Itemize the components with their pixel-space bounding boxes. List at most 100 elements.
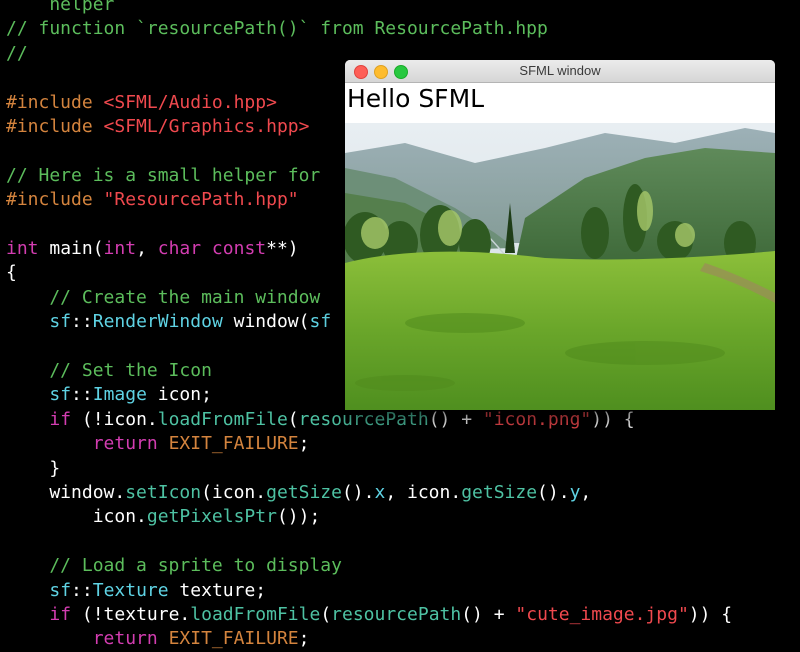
code-line: if (!texture.loadFromFile(resourcePath()… (6, 603, 732, 627)
code-token: "icon.png" (482, 408, 592, 430)
code-token: sf (309, 311, 332, 333)
code-line: // function `resourcePath()` from Resour… (6, 17, 548, 41)
code-token: x (374, 482, 386, 503)
code-token: "ResourcePath.hpp" (103, 189, 299, 211)
code-token: (!texture. (71, 604, 191, 625)
code-token: RenderWindow (92, 311, 223, 333)
code-token: )) { (591, 408, 635, 430)
code-line: return EXIT_FAILURE; (6, 627, 310, 651)
code-token: :: (71, 384, 93, 406)
code-token: Image (92, 384, 147, 406)
code-line: return EXIT_FAILURE; (6, 432, 310, 456)
code-token: resourcePath (331, 604, 462, 625)
code-token: icon; (146, 384, 212, 406)
code-token: , (136, 238, 158, 259)
code-token: Texture (92, 579, 169, 601)
code-token: ( (287, 408, 299, 430)
code-token: // function `resourcePath()` from Resour… (6, 18, 548, 40)
code-token: (!icon. (71, 408, 158, 430)
code-token: #include (6, 116, 104, 137)
sfml-window[interactable]: SFML window Hello SFML (345, 60, 775, 410)
code-token: <SFML/Audio.hpp> (103, 91, 277, 113)
code-line: // Set the Icon (6, 359, 212, 383)
code-token: window( (222, 311, 310, 333)
code-token: ; (298, 628, 310, 650)
code-token: return (92, 628, 158, 650)
code-token: window. (6, 482, 126, 503)
code-token: sf (49, 384, 72, 406)
code-line: if (!icon.loadFromFile(resourcePath() + … (6, 408, 635, 432)
code-token: sf (49, 311, 72, 333)
code-token: #include (6, 189, 104, 211)
code-line: // Here is a small helper for (6, 164, 320, 188)
code-token: resourcePath (298, 408, 429, 430)
code-token: return (92, 433, 158, 455)
hello-text: Hello SFML (347, 84, 485, 113)
code-token: :: (71, 579, 93, 601)
code-token: int (103, 238, 137, 259)
code-line: { (6, 261, 17, 285)
code-line: // Load a sprite to display (6, 554, 342, 578)
code-token: loadFromFile (190, 604, 321, 625)
code-token: if (49, 408, 72, 430)
code-token: sf (49, 579, 72, 601)
code-token: , icon. (385, 482, 462, 503)
code-line: helper (6, 0, 114, 17)
code-token: :: (71, 311, 93, 333)
code-token: (icon. (201, 482, 267, 503)
code-line: #include <SFML/Audio.hpp> (6, 91, 277, 115)
code-line: sf::Image icon; (6, 383, 212, 407)
code-token: "cute_image.jpg" (515, 604, 689, 625)
code-token: **) (266, 238, 299, 259)
window-titlebar[interactable]: SFML window (345, 60, 775, 83)
code-token: int (6, 238, 39, 259)
code-token: // (6, 42, 28, 64)
code-token: y (569, 482, 581, 503)
code-line: } (6, 457, 60, 481)
code-line: #include <SFML/Graphics.hpp> (6, 115, 309, 139)
code-token: helper (6, 0, 115, 15)
code-line: // Create the main window (6, 286, 320, 310)
code-token: () + (461, 604, 516, 625)
code-token: texture; (168, 579, 267, 601)
code-token: EXIT_FAILURE (168, 433, 299, 455)
render-canvas[interactable]: Hello SFML (345, 83, 775, 410)
code-token: if (49, 604, 72, 625)
code-token: ; (298, 433, 310, 455)
code-token: main( (38, 238, 104, 259)
code-token: icon. (6, 506, 147, 528)
code-line: #include "ResourcePath.hpp" (6, 188, 299, 212)
code-token: EXIT_FAILURE (168, 628, 299, 650)
code-line: window.setIcon(icon.getSize().x, icon.ge… (6, 481, 591, 505)
code-token: char const (157, 238, 267, 259)
code-token: (). (537, 482, 570, 503)
code-token: <SFML/Graphics.hpp> (103, 116, 310, 137)
code-token: // Here is a small helper for (6, 164, 321, 186)
code-token: (). (341, 482, 375, 503)
code-token: setIcon (125, 482, 202, 503)
code-line: sf::Texture texture; (6, 579, 266, 603)
code-token: ()); (276, 506, 321, 528)
code-token: , (580, 482, 592, 503)
code-token: } (6, 457, 61, 479)
code-token: getSize (461, 482, 538, 503)
code-line: // (6, 42, 28, 66)
code-token: { (6, 262, 17, 284)
code-line: int main(int, char const**) (6, 237, 299, 261)
code-token: // Set the Icon (6, 360, 212, 381)
code-line: sf::RenderWindow window(sf (6, 310, 331, 334)
code-token: )) { (688, 604, 733, 625)
code-token: getPixelsPtr (146, 506, 277, 528)
code-token: loadFromFile (157, 408, 288, 430)
code-token: #include (6, 91, 104, 113)
code-token: getSize (266, 482, 342, 503)
